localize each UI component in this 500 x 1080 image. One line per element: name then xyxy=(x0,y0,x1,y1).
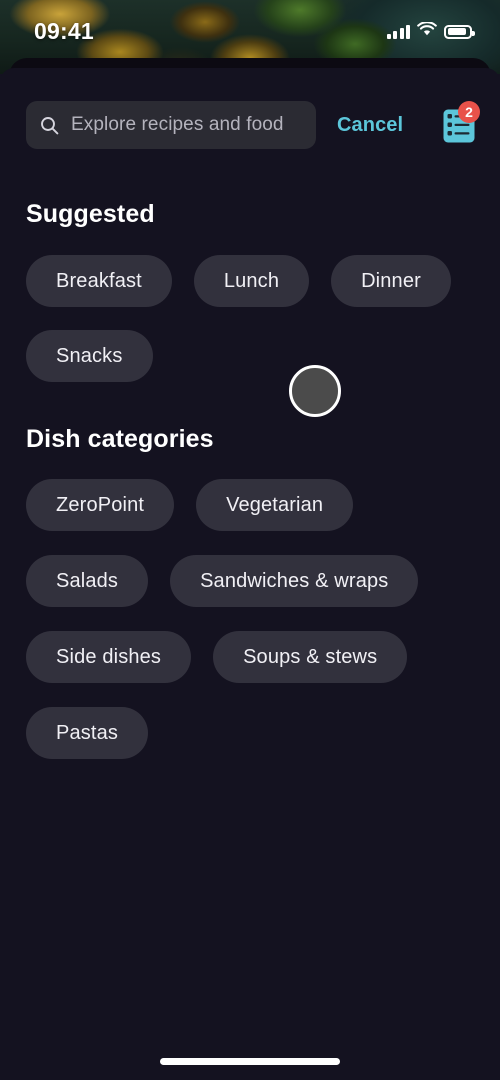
search-bar-row: Explore recipes and food Cancel 2 xyxy=(0,99,500,151)
chip-zeropoint[interactable]: ZeroPoint xyxy=(26,479,175,531)
chip-salads[interactable]: Salads xyxy=(26,555,149,607)
cellular-signal-icon xyxy=(386,24,410,39)
section-title-dish-categories: Dish categories xyxy=(26,425,214,453)
cancel-button[interactable]: Cancel xyxy=(337,114,403,137)
suggested-chip-row-1: Breakfast Lunch Dinner xyxy=(26,255,451,307)
shopping-list-badge: 2 xyxy=(458,101,480,123)
chip-dinner[interactable]: Dinner xyxy=(331,255,451,307)
wifi-icon xyxy=(417,20,437,42)
search-icon xyxy=(40,116,59,135)
touch-cursor xyxy=(289,365,341,417)
dish-chip-row-4: Pastas xyxy=(26,707,149,759)
chip-vegetarian[interactable]: Vegetarian xyxy=(196,479,354,531)
chip-sandwiches-wraps[interactable]: Sandwiches & wraps xyxy=(170,555,419,607)
status-bar-clock: 09:41 xyxy=(34,17,94,44)
search-sheet: Explore recipes and food Cancel 2 Sugges… xyxy=(0,68,500,1080)
chip-lunch[interactable]: Lunch xyxy=(193,255,310,307)
search-input[interactable]: Explore recipes and food xyxy=(26,101,316,149)
dish-chip-row-1: ZeroPoint Vegetarian xyxy=(26,479,354,531)
phone-screen: 09:41 Explore recipes and food Cancel 2 … xyxy=(0,0,500,1080)
chip-pastas[interactable]: Pastas xyxy=(26,707,149,759)
chip-snacks[interactable]: Snacks xyxy=(26,330,153,382)
shopping-list-button[interactable]: 2 xyxy=(432,98,486,152)
dish-chip-row-2: Salads Sandwiches & wraps xyxy=(26,555,419,607)
home-indicator[interactable] xyxy=(160,1058,340,1065)
suggested-chip-row-2: Snacks xyxy=(26,330,153,382)
chip-breakfast[interactable]: Breakfast xyxy=(26,255,172,307)
status-bar: 09:41 xyxy=(0,0,500,58)
dish-chip-row-3: Side dishes Soups & stews xyxy=(26,631,408,683)
status-bar-indicators xyxy=(386,17,475,42)
chip-side-dishes[interactable]: Side dishes xyxy=(26,631,192,683)
battery-icon xyxy=(444,24,475,39)
chip-soups-stews[interactable]: Soups & stews xyxy=(213,631,408,683)
section-title-suggested: Suggested xyxy=(26,200,155,228)
search-placeholder: Explore recipes and food xyxy=(71,114,284,135)
